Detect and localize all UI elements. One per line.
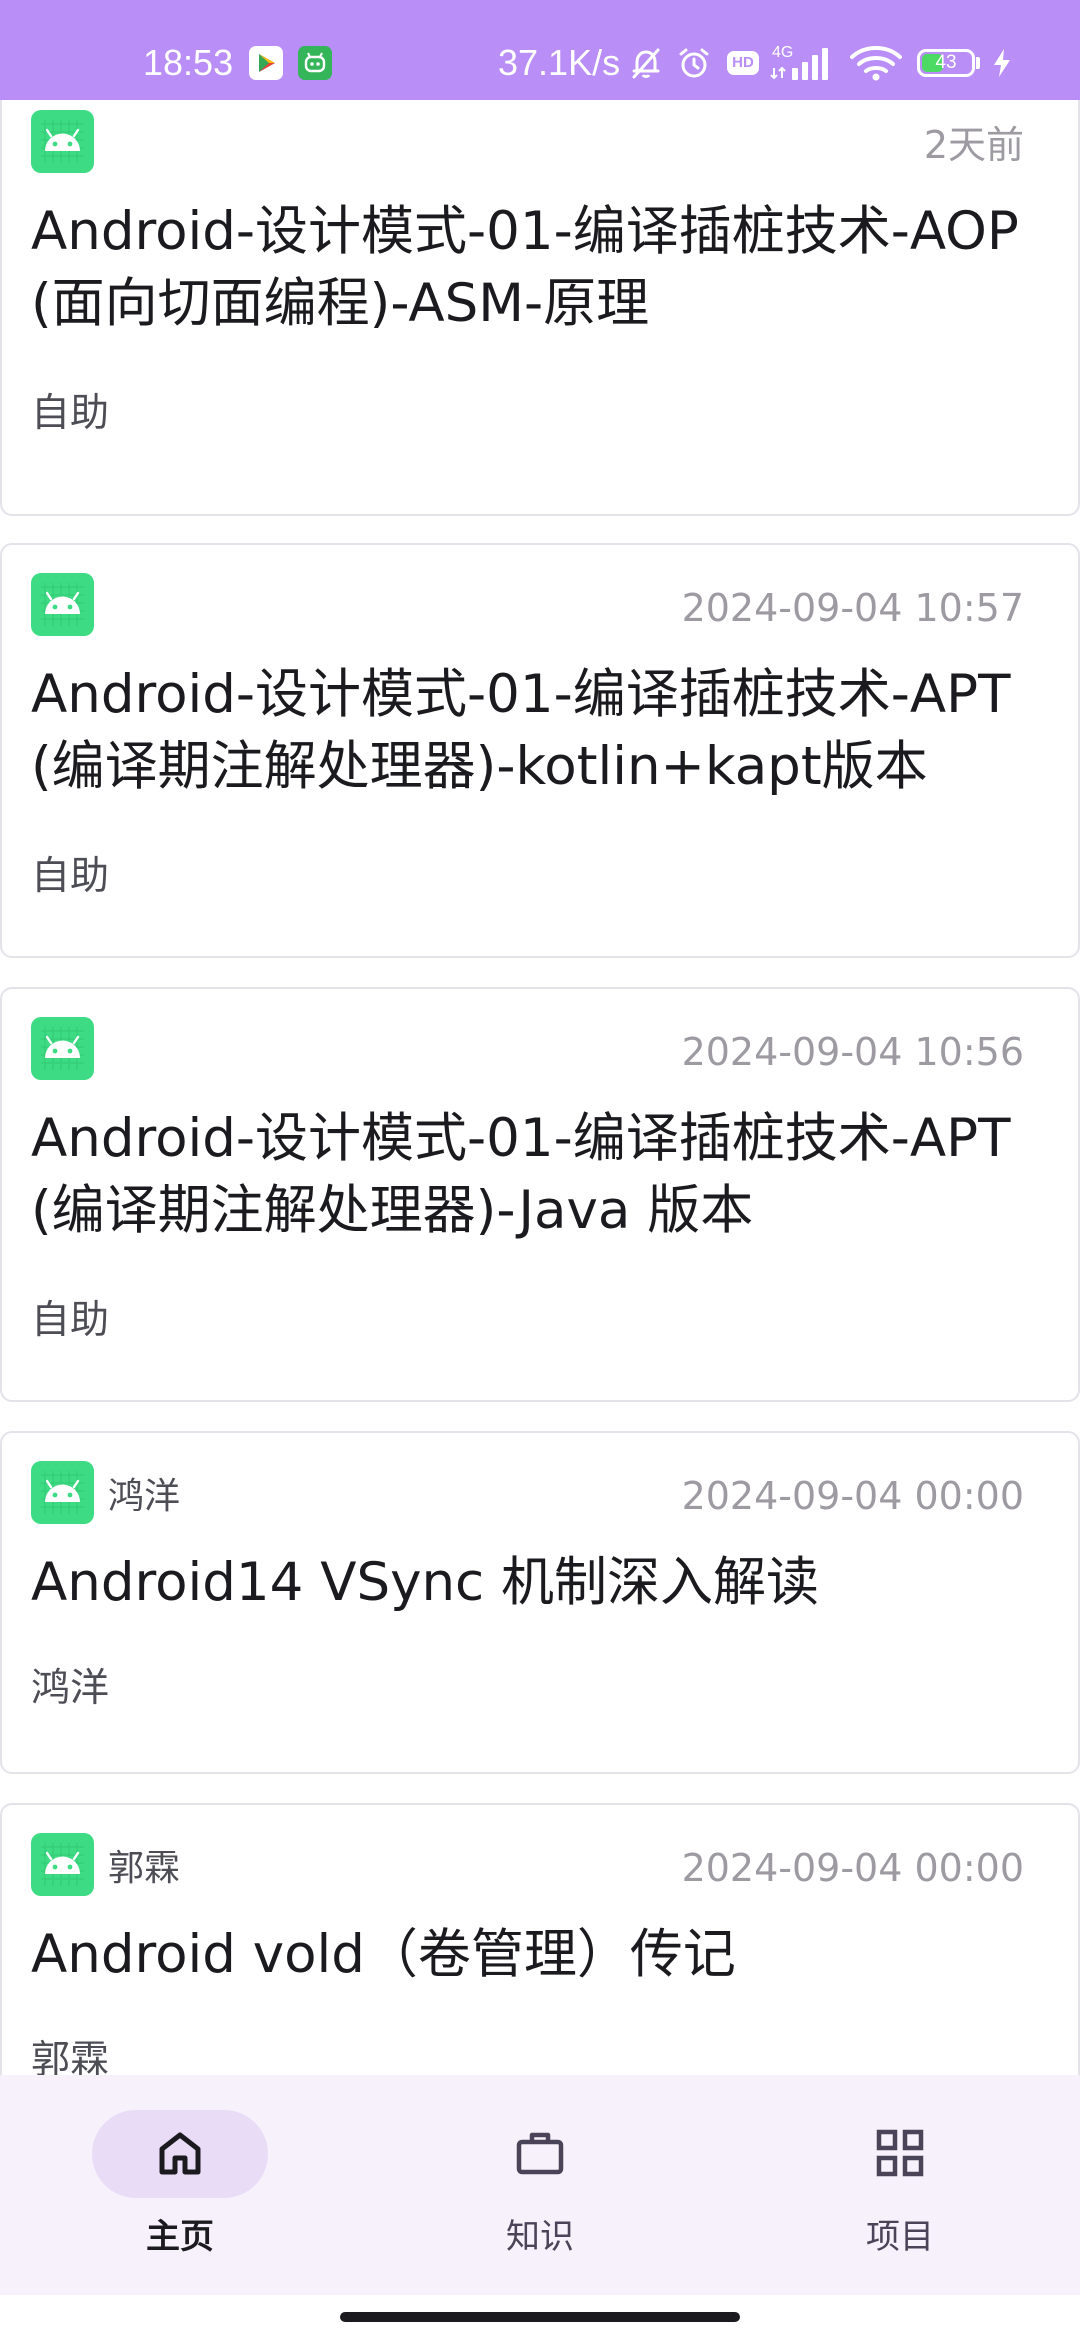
article-author: 鸿洋	[108, 1476, 181, 1517]
article-card[interactable]: 2天前 Android-设计模式-01-编译插桩技术-AOP(面向切面编程)-A…	[0, 100, 1080, 516]
mute-bell-icon	[628, 45, 664, 85]
nav-item-knowledge[interactable]: 知识	[360, 2075, 720, 2295]
network-speed: 37.1K/s	[498, 42, 621, 83]
nav-label-projects: 项目	[866, 2217, 934, 2257]
article-title: Android-设计模式-01-编译插桩技术-AOP(面向切面编程)-ASM-原…	[31, 201, 1019, 334]
article-card[interactable]: 鸿洋 2024-09-04 00:00 Android14 VSync 机制深入…	[0, 1431, 1080, 1774]
article-title: Android vold（卷管理）传记	[31, 1924, 736, 1985]
charging-icon	[992, 48, 1012, 82]
article-title: Android14 VSync 机制深入解读	[31, 1552, 820, 1613]
android-avatar-icon	[31, 1833, 94, 1896]
android-avatar-icon	[31, 573, 94, 636]
article-date: 2024-09-04 00:00	[681, 1474, 1024, 1518]
play-store-icon	[249, 46, 283, 80]
article-card[interactable]: 2024-09-04 10:57 Android-设计模式-01-编译插桩技术-…	[0, 543, 1080, 958]
status-bar: 18:53 37.1K/s HD 4G 43	[0, 0, 1080, 100]
article-date: 2024-09-04 00:00	[681, 1846, 1024, 1890]
signal-icon	[770, 44, 840, 86]
article-title: Android-设计模式-01-编译插桩技术-APT(编译期注解处理器)-Jav…	[31, 1108, 1011, 1241]
android-avatar-icon	[31, 1017, 94, 1080]
home-icon	[152, 2125, 208, 2181]
grid-icon	[872, 2125, 928, 2181]
nav-item-projects[interactable]: 项目	[720, 2075, 1080, 2295]
nav-label-home: 主页	[146, 2217, 214, 2257]
article-date: 2024-09-04 10:57	[681, 586, 1024, 630]
gesture-area	[0, 2295, 1080, 2340]
nav-item-home[interactable]: 主页	[0, 2075, 360, 2295]
article-chapter: 自助	[31, 391, 110, 436]
article-title: Android-设计模式-01-编译插桩技术-APT(编译期注解处理器)-kot…	[31, 664, 1011, 797]
article-author: 郭霖	[108, 1848, 181, 1889]
android-avatar-icon	[31, 110, 94, 173]
article-card[interactable]: 郭霖 2024-09-04 00:00 Android vold（卷管理）传记 …	[0, 1803, 1080, 2075]
article-card[interactable]: 2024-09-04 10:56 Android-设计模式-01-编译插桩技术-…	[0, 987, 1080, 1402]
nav-label-knowledge: 知识	[506, 2217, 574, 2257]
hd-icon: HD	[727, 51, 759, 75]
battery-level: 43	[935, 52, 957, 73]
android-avatar-icon	[31, 1461, 94, 1524]
article-chapter: 鸿洋	[31, 1666, 110, 1711]
alarm-icon	[676, 45, 712, 85]
article-list[interactable]: 2天前 Android-设计模式-01-编译插桩技术-AOP(面向切面编程)-A…	[0, 100, 1080, 2075]
bottom-navigation: 主页 知识 项目	[0, 2075, 1080, 2295]
article-date: 2024-09-04 10:56	[681, 1030, 1024, 1074]
article-chapter: 自助	[31, 854, 110, 899]
article-chapter: 郭霖	[31, 2038, 110, 2075]
briefcase-icon	[512, 2125, 568, 2181]
article-chapter: 自助	[31, 1298, 110, 1343]
battery-icon: 43	[917, 49, 975, 77]
article-date: 2天前	[923, 123, 1024, 167]
gesture-handle[interactable]	[340, 2312, 740, 2322]
battery-tip	[976, 57, 980, 69]
green-app-icon	[298, 46, 332, 80]
status-time: 18:53	[143, 42, 234, 83]
wifi-icon	[850, 44, 902, 86]
